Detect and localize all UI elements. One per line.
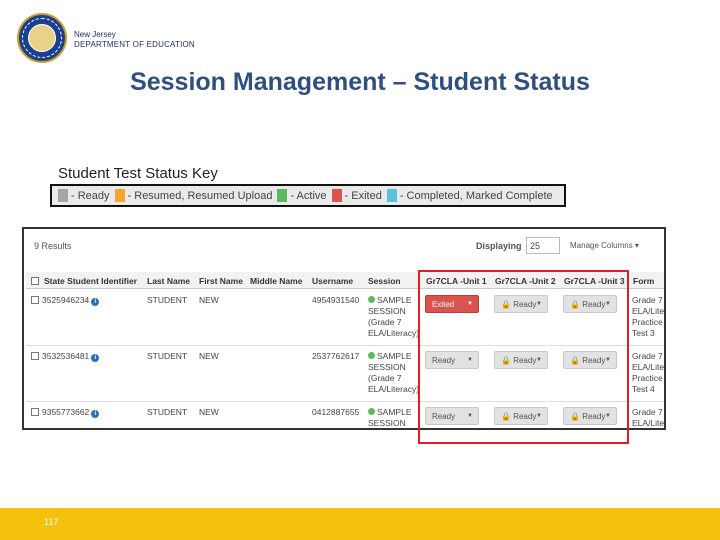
username: 4954931540	[312, 295, 360, 305]
unit-status-highlight-box	[418, 270, 629, 444]
footer-bar: 117	[0, 508, 720, 540]
first-name: NEW	[199, 407, 219, 417]
page-title: Session Management – Student Status	[130, 68, 590, 96]
ready-swatch	[58, 189, 68, 202]
page-number: 117	[44, 517, 59, 527]
form-name: Grade 7 ELA/Lite	[632, 407, 665, 428]
student-id-text: 3525946234	[42, 295, 90, 305]
row-checkbox[interactable]	[31, 352, 39, 360]
student-id: 9355773662 i	[42, 407, 100, 418]
key-completed-label: - Completed, Marked Complete	[399, 189, 553, 202]
status-key-legend: - Ready - Resumed, Resumed Upload - Acti…	[50, 184, 566, 207]
info-icon[interactable]: i	[91, 410, 100, 418]
last-name: STUDENT	[147, 295, 188, 305]
form-name: Grade 7 ELA/Lite Practice Test 4	[632, 351, 665, 394]
col-state-student-identifier[interactable]: State Student Identifier	[44, 276, 137, 286]
info-icon[interactable]: i	[91, 354, 100, 362]
session-cell: SAMPLE SESSION	[368, 407, 424, 428]
org-department-name: DEPARTMENT OF EDUCATION	[74, 40, 195, 49]
student-id-text: 3532536481	[42, 351, 90, 361]
active-status-dot-icon	[368, 352, 375, 359]
username: 0412887655	[312, 407, 360, 417]
results-count: 9 Results	[34, 241, 72, 251]
col-form[interactable]: Form	[633, 276, 654, 286]
col-last-name[interactable]: Last Name	[147, 276, 190, 286]
key-ready-label: - Ready	[71, 189, 110, 202]
session-cell: SAMPLE SESSION (Grade 7 ELA/Literacy)	[368, 295, 424, 339]
active-status-dot-icon	[368, 408, 375, 415]
session-name[interactable]: SAMPLE SESSION (Grade 7 ELA/Literacy)	[368, 351, 419, 394]
row-checkbox[interactable]	[31, 296, 39, 304]
key-active-label: - Active	[290, 189, 327, 202]
key-exited-label: - Exited	[344, 189, 382, 202]
exited-swatch	[331, 189, 342, 202]
last-name: STUDENT	[147, 351, 188, 361]
seal-shield	[28, 24, 56, 52]
last-name: STUDENT	[147, 407, 188, 417]
col-username[interactable]: Username	[312, 276, 353, 286]
session-cell: SAMPLE SESSION (Grade 7 ELA/Literacy)	[368, 351, 424, 395]
manage-columns-button[interactable]: Manage Columns ▾	[570, 241, 639, 250]
col-first-name[interactable]: First Name	[199, 276, 243, 286]
form-name: Grade 7 ELA/Lite Practice Test 3	[632, 295, 665, 338]
displaying-label: Displaying	[476, 241, 522, 251]
select-all-checkbox[interactable]	[31, 277, 39, 285]
student-id: 3525946234 i	[42, 295, 100, 306]
username: 2537762617	[312, 351, 360, 361]
first-name: NEW	[199, 295, 219, 305]
key-resumed-label: - Resumed, Resumed Upload	[127, 189, 273, 202]
active-status-dot-icon	[368, 296, 375, 303]
resumed-swatch	[114, 189, 125, 202]
info-icon[interactable]: i	[91, 298, 100, 306]
org-state-name: New Jersey	[74, 30, 116, 39]
row-checkbox[interactable]	[31, 408, 39, 416]
page-size-select[interactable]: 25	[526, 237, 560, 254]
completed-swatch	[386, 189, 397, 202]
status-key-label: Student Test Status Key	[58, 165, 218, 182]
first-name: NEW	[199, 351, 219, 361]
student-id: 3532536481 i	[42, 351, 100, 362]
col-middle-name[interactable]: Middle Name	[250, 276, 302, 286]
col-session[interactable]: Session	[368, 276, 401, 286]
active-swatch	[277, 189, 288, 202]
session-name[interactable]: SAMPLE SESSION (Grade 7 ELA/Literacy)	[368, 295, 419, 338]
student-id-text: 9355773662	[42, 407, 90, 417]
nj-state-seal-logo	[17, 13, 67, 63]
